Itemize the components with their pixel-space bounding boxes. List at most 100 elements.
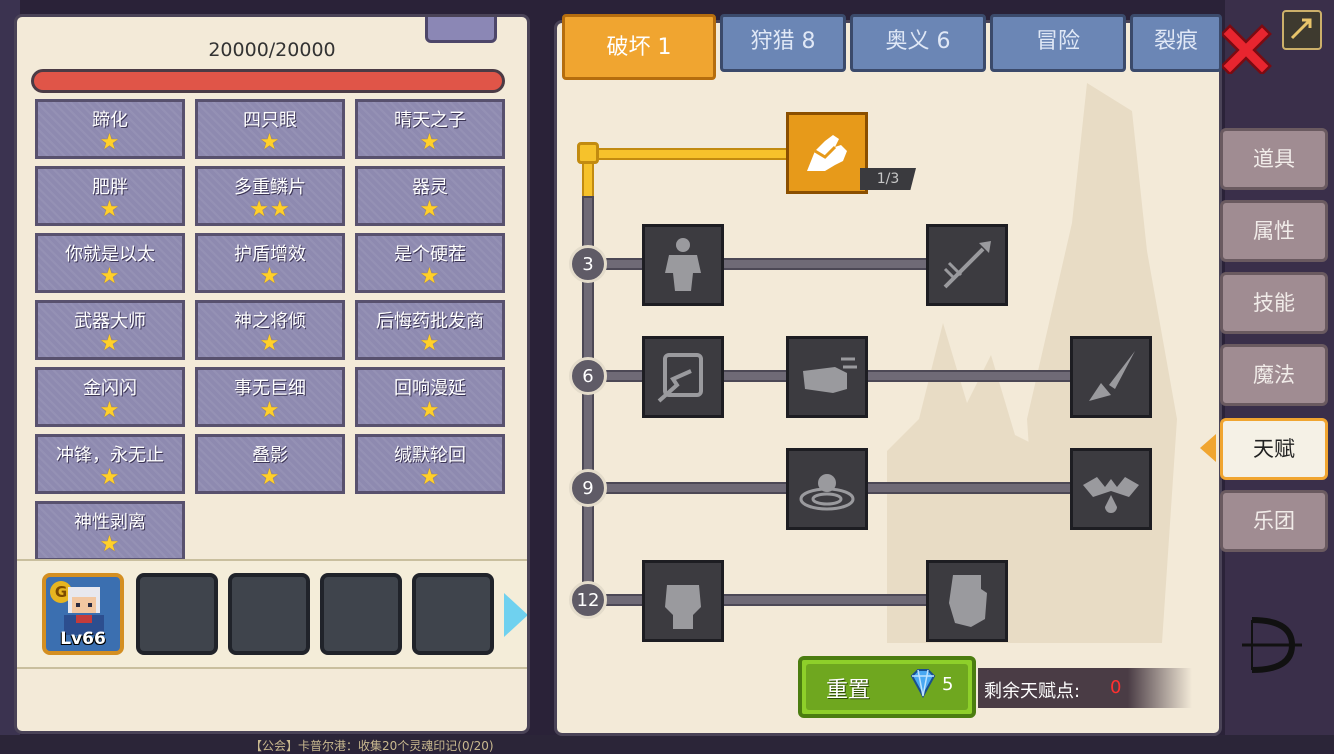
tier-node-12: 12 (569, 581, 607, 619)
side-tab-skills[interactable]: 技能 (1220, 272, 1328, 334)
skill-name: 事无巨细 (234, 378, 306, 399)
talent-raised-fist[interactable] (642, 560, 724, 642)
skill-card[interactable]: 多重鳞片 ★★ (195, 166, 345, 226)
active-tab-arrow-icon (1200, 434, 1216, 462)
skill-name: 冲锋，永无止 (56, 445, 164, 466)
skill-name: 神性剥离 (74, 512, 146, 533)
side-tab-magic[interactable]: 魔法 (1220, 344, 1328, 406)
side-tab-items[interactable]: 道具 (1220, 128, 1328, 190)
skill-name: 后悔药批发商 (376, 311, 484, 332)
team-slot-empty[interactable] (412, 573, 494, 655)
skill-card[interactable]: 蹄化 ★ (35, 99, 185, 159)
side-tab-band[interactable]: 乐团 (1220, 490, 1328, 552)
skill-card[interactable]: 护盾增效 ★ (195, 233, 345, 293)
team-slot-empty[interactable] (320, 573, 402, 655)
skill-name: 金闪闪 (83, 378, 137, 399)
reset-label: 重置 (826, 678, 871, 703)
skill-stars-icon: ★ (419, 197, 441, 222)
reset-cost: 5 (942, 674, 954, 695)
skill-name: 蹄化 (92, 110, 128, 131)
talent-blade-slash[interactable] (1070, 336, 1152, 418)
skill-card[interactable]: 器灵 ★ (355, 166, 505, 226)
skill-card[interactable]: 你就是以太 ★ (35, 233, 185, 293)
skill-card[interactable]: 晴天之子 ★ (355, 99, 505, 159)
remaining-points-value: 0 (1110, 677, 1122, 698)
reset-button[interactable]: 重置 5 (798, 656, 976, 718)
raised-fist-icon (665, 585, 701, 629)
skill-stars-icon: ★ (419, 130, 441, 155)
talent-bat-drop[interactable] (1070, 448, 1152, 530)
talent-count-badge: 1/3 (860, 168, 916, 190)
tab-rift[interactable]: 裂痕 (1130, 14, 1222, 72)
skill-stars-icon: ★ (419, 465, 441, 490)
background-bottom-strip (0, 735, 1334, 750)
tab-destruction[interactable]: 破坏 1 (562, 14, 716, 80)
talent-arrow-hit[interactable] (926, 224, 1008, 306)
team-next-arrow-icon[interactable] (504, 593, 527, 637)
skill-name: 神之将倾 (234, 311, 306, 332)
skill-name: 叠影 (252, 445, 288, 466)
talent-shield-break[interactable] (642, 336, 724, 418)
close-icon[interactable] (1222, 22, 1274, 74)
skill-stars-icon: ★ (419, 398, 441, 423)
hero-level: Lv66 (60, 629, 106, 649)
talent-branch-line-top (582, 148, 792, 160)
talent-muscle-body[interactable] (642, 224, 724, 306)
skill-stars-icon: ★ (99, 264, 121, 289)
skill-card[interactable]: 金闪闪 ★ (35, 367, 185, 427)
bow-weapon-icon[interactable] (1232, 600, 1322, 690)
blade-slash-icon (1089, 351, 1135, 401)
shield-break-icon (657, 353, 703, 403)
skill-name: 武器大师 (74, 311, 146, 332)
skill-name: 晴天之子 (394, 110, 466, 131)
skill-card[interactable]: 后悔药批发商 ★ (355, 300, 505, 360)
skill-card[interactable]: 叠影 ★ (195, 434, 345, 494)
skill-stars-icon: ★ (259, 398, 281, 423)
team-slot-empty[interactable] (228, 573, 310, 655)
skill-name: 缄默轮回 (394, 445, 466, 466)
tab-mystery[interactable]: 奥义 6 (850, 14, 986, 72)
background-chat-line: 【公会】卡普尔港：收集20个灵魂印记(0/20) (250, 739, 494, 753)
talent-arm-wrestle[interactable] (786, 112, 868, 194)
side-tab-attributes[interactable]: 属性 (1220, 200, 1328, 262)
team-bar: G Lv66 (17, 559, 527, 669)
skill-stars-icon: ★ (99, 398, 121, 423)
swap-icon[interactable] (1282, 10, 1322, 50)
skill-stars-icon: ★ (259, 264, 281, 289)
talent-fist-punch[interactable] (786, 336, 868, 418)
skill-card[interactable]: 是个硬茬 ★ (355, 233, 505, 293)
skill-name: 回响漫延 (394, 378, 466, 399)
bat-drop-icon (1083, 477, 1139, 513)
skill-card[interactable]: 武器大师 ★ (35, 300, 185, 360)
tab-adventure[interactable]: 冒险 (990, 14, 1126, 72)
skill-card[interactable]: 四只眼 ★ (195, 99, 345, 159)
skill-card[interactable]: 肥胖 ★ (35, 166, 185, 226)
skill-card[interactable]: 事无巨细 ★ (195, 367, 345, 427)
skill-stars-icon: ★ (259, 130, 281, 155)
talent-ground-ripple[interactable] (786, 448, 868, 530)
skill-card[interactable]: 回响漫延 ★ (355, 367, 505, 427)
tier-node-9: 9 (569, 469, 607, 507)
skill-stars-icon: ★ (99, 465, 121, 490)
skill-card[interactable]: 缄默轮回 ★ (355, 434, 505, 494)
skill-card[interactable]: 冲锋，永无止 ★ (35, 434, 185, 494)
skill-grid: 蹄化 ★ 四只眼 ★ 晴天之子 ★ 肥胖 ★ 多重鳞片 ★★ 器灵 ★ 你就是以太 ★ 护盾增效 ★ 是个硬茬 ★… (35, 99, 513, 569)
hp-bar-fill (34, 72, 502, 90)
muscle-body-icon (665, 238, 701, 291)
skill-stars-icon: ★ (99, 532, 121, 557)
talent-grab-hand[interactable] (926, 560, 1008, 642)
skill-stars-icon: ★ (259, 465, 281, 490)
grab-hand-icon (949, 575, 987, 627)
arrow-hit-icon (943, 241, 991, 289)
skill-card[interactable]: 神性剥离 ★ (35, 501, 185, 561)
tab-hunting[interactable]: 狩猎 8 (720, 14, 846, 72)
side-tab-talent[interactable]: 天赋 (1220, 418, 1328, 480)
tier-node-3: 3 (569, 245, 607, 283)
skill-name: 器灵 (412, 177, 448, 198)
skill-stars-icon: ★ (99, 331, 121, 356)
skill-name: 护盾增效 (234, 244, 306, 265)
team-slot-empty[interactable] (136, 573, 218, 655)
skill-card[interactable]: 神之将倾 ★ (195, 300, 345, 360)
ground-ripple-icon (799, 474, 855, 511)
team-slot-hero[interactable]: G Lv66 (42, 573, 124, 655)
